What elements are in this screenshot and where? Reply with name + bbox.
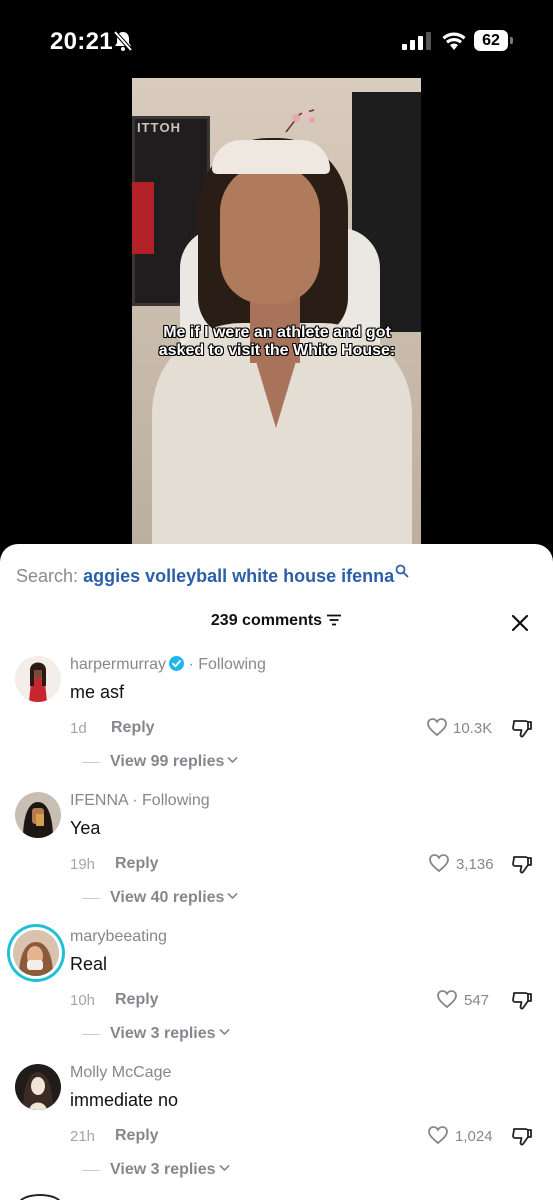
status-time: 20:21 xyxy=(50,28,113,55)
like-count: 10.3K xyxy=(453,720,493,737)
search-prefix: Search: xyxy=(16,566,79,586)
heart-icon[interactable] xyxy=(428,853,450,873)
avatar-story-ring[interactable] xyxy=(13,930,59,976)
video-player[interactable]: HOTTI Me if I were an athlete and got as… xyxy=(132,78,421,560)
avatar-image xyxy=(15,792,61,838)
chevron-down-icon xyxy=(227,892,239,900)
dislike-icon[interactable] xyxy=(511,1125,533,1147)
comment-item: Molly McCage immediate no 21h Reply 1,02… xyxy=(0,1064,553,1200)
comment-text: immediate no xyxy=(70,1090,179,1110)
comment-text: me asf xyxy=(70,682,125,702)
comment-text: Yea xyxy=(70,818,101,838)
username-text[interactable]: Molly McCage xyxy=(70,1064,171,1081)
heart-icon[interactable] xyxy=(436,989,458,1009)
comments-sheet: Search: aggies volleyball white house if… xyxy=(0,544,553,1200)
reply-button[interactable]: Reply xyxy=(115,855,159,873)
verified-badge-icon xyxy=(169,656,185,671)
reply-button[interactable]: Reply xyxy=(115,1127,159,1145)
bell-off-icon xyxy=(113,30,133,52)
chevron-down-icon xyxy=(218,1164,230,1172)
following-label: · Following xyxy=(132,792,210,809)
wifi-icon xyxy=(442,32,466,50)
view-replies-button[interactable]: View 3 replies xyxy=(110,1161,230,1179)
battery-tip xyxy=(510,37,513,44)
comment-time: 19h xyxy=(70,856,96,873)
video-red-detail xyxy=(132,182,154,254)
search-suggestion[interactable]: Search: aggies volleyball white house if… xyxy=(16,564,409,587)
comment-item: marybeeating Real 10h Reply 547 View 3 r… xyxy=(0,928,553,1064)
close-icon[interactable] xyxy=(509,612,531,634)
flower-decoration xyxy=(285,109,315,133)
comment-item: IFENNA · Following Yea 19h Reply 3,136 V… xyxy=(0,792,553,928)
username-text[interactable]: marybeeating xyxy=(70,928,167,945)
status-bar: 20:21 62 xyxy=(0,0,553,80)
view-replies-label[interactable]: View 3 replies xyxy=(110,1161,216,1178)
video-frame-text: HOTTI xyxy=(136,120,180,135)
comment-username[interactable]: Molly McCage xyxy=(70,1064,171,1082)
avatar-image xyxy=(15,656,61,702)
replies-divider xyxy=(82,762,100,763)
avatar[interactable] xyxy=(15,656,61,702)
replies-divider xyxy=(82,1034,100,1035)
avatar[interactable] xyxy=(15,1064,61,1110)
search-icon xyxy=(395,564,409,578)
dislike-icon[interactable] xyxy=(511,989,533,1011)
battery-icon: 62 xyxy=(474,30,514,52)
dislike-icon[interactable] xyxy=(511,853,533,875)
like-count: 1,024 xyxy=(455,1128,493,1145)
like-count: 3,136 xyxy=(456,856,494,873)
following-label: · Following xyxy=(188,656,266,673)
search-query-link[interactable]: aggies volleyball white house ifenna xyxy=(83,566,394,586)
signal-icon xyxy=(402,32,431,50)
comment-time: 21h xyxy=(70,1128,96,1145)
username-text[interactable]: harpermurray xyxy=(70,656,166,673)
heart-icon[interactable] xyxy=(426,717,448,737)
comment-username[interactable]: harpermurray · Following xyxy=(70,656,266,674)
chevron-down-icon xyxy=(227,756,239,764)
filter-icon[interactable] xyxy=(326,614,342,626)
comment-username[interactable]: IFENNA · Following xyxy=(70,792,210,810)
chevron-down-icon xyxy=(218,1028,230,1036)
replies-divider xyxy=(82,898,100,899)
avatar-image xyxy=(13,930,59,976)
video-person-face xyxy=(220,164,320,304)
avatar-image xyxy=(15,1064,61,1110)
view-replies-label[interactable]: View 40 replies xyxy=(110,889,224,906)
comment-time: 1d xyxy=(70,720,87,737)
comments-count-header: 239 comments xyxy=(0,612,553,630)
view-replies-button[interactable]: View 99 replies xyxy=(110,753,239,771)
like-count: 547 xyxy=(464,992,490,1009)
dislike-icon[interactable] xyxy=(511,717,533,739)
username-text[interactable]: IFENNA xyxy=(70,792,128,809)
reply-button[interactable]: Reply xyxy=(115,991,159,1009)
comment-item: harpermurray · Following me asf 1d Reply… xyxy=(0,656,553,792)
comment-time: 10h xyxy=(70,992,96,1009)
view-replies-label[interactable]: View 99 replies xyxy=(110,753,224,770)
video-headband xyxy=(212,140,330,174)
battery-level: 62 xyxy=(474,30,508,51)
comment-username[interactable]: marybeeating xyxy=(70,928,167,946)
avatar[interactable] xyxy=(15,792,61,838)
view-replies-button[interactable]: View 40 replies xyxy=(110,889,239,907)
reply-button[interactable]: Reply xyxy=(111,719,155,737)
replies-divider xyxy=(82,1170,100,1171)
comment-text: Real xyxy=(70,954,108,974)
view-replies-label[interactable]: View 3 replies xyxy=(110,1025,216,1042)
comments-count: 239 comments xyxy=(210,612,323,629)
video-shirt-neckline xyxy=(252,348,300,428)
video-caption: Me if I were an athlete and got asked to… xyxy=(158,324,396,359)
heart-icon[interactable] xyxy=(427,1125,449,1145)
view-replies-button[interactable]: View 3 replies xyxy=(110,1025,230,1043)
